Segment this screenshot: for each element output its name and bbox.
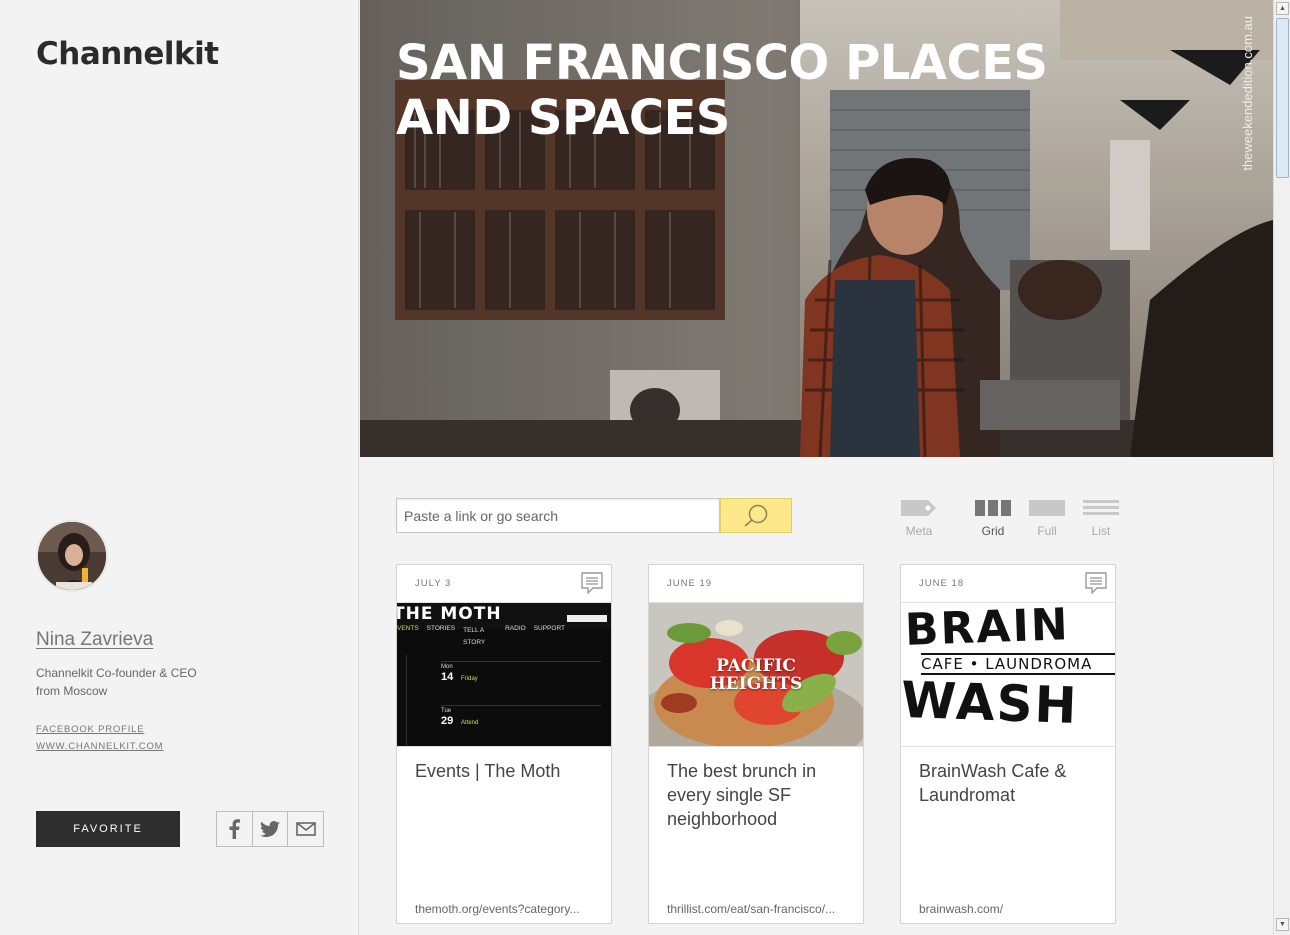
scroll-thumb[interactable] [1276,18,1289,178]
search-input[interactable]: Paste a link or go search [396,498,720,533]
comment-icon[interactable] [581,572,603,594]
moth-row1-label: Friday [461,676,478,682]
view-meta-label: Meta [905,524,933,538]
twitter-share-button[interactable] [253,812,289,846]
facebook-profile-link[interactable]: FACEBOOK PROFILE [36,724,144,735]
grid-icon [975,500,1011,516]
moth-row2-day: Tue [441,708,452,714]
moth-row2-label: Attend [461,720,479,726]
view-list-label: List [1091,524,1111,538]
card-url[interactable]: brainwash.com/ [919,902,1101,916]
moth-row1-date: 14 [441,671,454,683]
moth-nav-tell: TELL A STORY [463,627,486,646]
tag-icon [901,500,936,516]
avatar[interactable] [36,520,108,592]
hero-title: SAN FRANCISCO PLACES AND SPACES [396,35,1048,146]
link-card[interactable]: JUNE 19 PACIFIC HEIGHTS The best brunch … [648,564,864,924]
card-title[interactable]: The best brunch in every single SF neigh… [667,759,847,831]
link-card[interactable]: JULY 3 THE MOTH VENTS STORIES TELL A STO… [396,564,612,924]
image-overlay-text: PACIFIC HEIGHTS [709,656,803,694]
brainwash-logo-bottom: WASH [901,670,1080,736]
card-date: JUNE 18 [919,578,965,589]
card-url[interactable]: themoth.org/events?category... [415,902,597,916]
card-thumbnail[interactable]: PACIFIC HEIGHTS [649,602,863,747]
view-list-button[interactable]: List [1081,498,1121,538]
moth-row2-date: 29 [441,715,454,727]
view-meta-button[interactable]: Meta [899,498,939,538]
moth-logo: THE MOTH [397,604,502,624]
website-link[interactable]: WWW.CHANNELKIT.COM [36,741,163,752]
comment-icon[interactable] [1085,572,1107,594]
moth-nav-support: SUPPORT [533,625,565,632]
view-full-button[interactable]: Full [1027,498,1067,538]
facebook-icon [229,819,241,839]
card-date: JUNE 19 [667,578,713,589]
search-icon [744,504,768,527]
author-bio: Channelkit Co-founder & CEO from Moscow [36,664,236,700]
card-thumbnail[interactable]: THE MOTH VENTS STORIES TELL A STORY RADI… [397,602,611,747]
facebook-share-button[interactable] [217,812,253,846]
card-date: JULY 3 [415,578,452,589]
email-share-button[interactable] [288,812,323,846]
photo-credit: theweekendedition.com.au [1240,16,1255,171]
moth-nav-radio: RADIO [505,625,526,632]
author-role: Channelkit Co-founder & CEO [36,666,197,680]
view-grid-label: Grid [981,524,1005,538]
sidebar: Channelkit Nina Zavrieva Channelkit Co-f… [0,0,359,935]
card-thumbnail[interactable]: BRAIN CAFE • LAUNDROMA WASH [901,602,1115,747]
logo[interactable]: Channelkit [36,36,219,72]
card-title[interactable]: Events | The Moth [415,759,595,783]
favorite-button[interactable]: FAVORITE [36,811,180,847]
search-button[interactable] [720,498,792,533]
scrollbar[interactable]: ▲ ▼ [1273,0,1290,935]
share-buttons [216,811,324,847]
brainwash-logo-top: BRAIN [904,602,1071,656]
twitter-icon [260,821,280,837]
scroll-up-icon[interactable]: ▲ [1276,2,1289,15]
author-name[interactable]: Nina Zavrieva [36,629,153,651]
card-title[interactable]: BrainWash Cafe & Laundromat [919,759,1099,807]
full-icon [1029,500,1065,516]
author-location: from Moscow [36,684,108,698]
list-icon [1083,500,1119,515]
hero-banner: SAN FRANCISCO PLACES AND SPACES theweeke… [360,0,1273,457]
link-card[interactable]: JUNE 18 BRAIN CAFE • LAUNDROMA WASH Brai… [900,564,1116,924]
moth-row1-day: Mon [441,664,453,670]
card-url[interactable]: thrillist.com/eat/san-francisco/... [667,902,849,916]
moth-nav-events: VENTS [397,625,419,632]
scroll-down-icon[interactable]: ▼ [1276,918,1289,931]
view-full-label: Full [1037,524,1057,538]
moth-nav-stories: STORIES [426,625,456,632]
mail-icon [295,822,316,836]
view-grid-button[interactable]: Grid [973,498,1013,538]
